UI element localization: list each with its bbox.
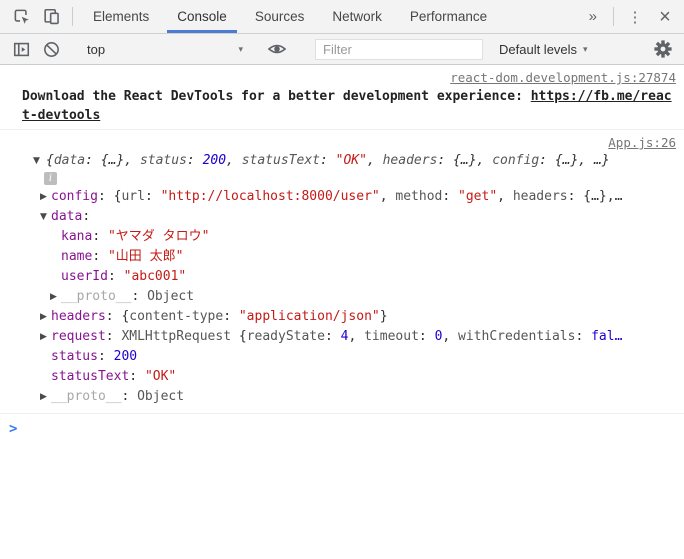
context-label: top — [87, 42, 105, 57]
tree-row-data[interactable]: ▼data: — [0, 207, 676, 227]
tree-row-status[interactable]: ▶status: 200 — [0, 347, 676, 367]
tree-row-statusText[interactable]: ▶statusText: "OK" — [0, 367, 676, 387]
tree-row-kana[interactable]: ▶kana: "ヤマダ タロウ" — [0, 227, 676, 247]
tree-row-request[interactable]: ▶request: XMLHttpRequest {readyState: 4,… — [0, 327, 676, 347]
tabbar-divider-right — [613, 7, 614, 26]
tree-row-name[interactable]: ▶name: "山田 太郎" — [0, 247, 676, 267]
javascript-context-selector[interactable]: top ▾ — [79, 38, 249, 60]
filter-field-wrap — [315, 39, 483, 60]
console-toolbar: top ▾ Default levels ▾ — [0, 34, 684, 65]
value-evaluated-info-icon[interactable]: i — [44, 172, 57, 185]
object-tree: ▶config: {url: "http://localhost:8000/us… — [0, 185, 676, 409]
tab-strip: ElementsConsoleSourcesNetworkPerformance — [79, 0, 579, 33]
tree-row-proto[interactable]: ▶__proto__: Object — [0, 387, 676, 407]
inspect-element-icon[interactable] — [6, 0, 36, 33]
expand-arrow-icon[interactable]: ▶ — [40, 187, 51, 207]
collapse-arrow-icon[interactable]: ▼ — [40, 207, 51, 227]
close-icon[interactable]: × — [650, 0, 680, 33]
log-levels-label: Default levels — [499, 42, 577, 57]
chevron-down-icon: ▾ — [238, 44, 243, 55]
tabbar-left-icons — [0, 0, 66, 33]
console-message-logged-object: App.js:26 ▼{data: {…}, status: 200, stat… — [0, 130, 684, 414]
console-message-react-devtools: react-dom.development.js:27874 Download … — [0, 65, 684, 130]
console-messages: react-dom.development.js:27874 Download … — [0, 65, 684, 443]
source-link[interactable]: App.js:26 — [608, 135, 676, 150]
tree-row-headers[interactable]: ▶headers: {content-type: "application/js… — [0, 307, 676, 327]
expand-arrow-icon[interactable]: ▶ — [40, 387, 51, 407]
tab-sources[interactable]: Sources — [241, 0, 319, 33]
console-prompt[interactable]: > — [0, 414, 684, 443]
tab-network[interactable]: Network — [318, 0, 396, 33]
expand-arrow-icon[interactable]: ▶ — [40, 327, 51, 347]
tabbar-divider — [72, 7, 73, 26]
object-preview-segments: {data: {…}, status: 200, statusText: "OK… — [46, 153, 610, 168]
devtools-tabbar: ElementsConsoleSourcesNetworkPerformance… — [0, 0, 684, 34]
console-sidebar-toggle-icon[interactable] — [6, 40, 36, 59]
kebab-menu-icon[interactable]: ⋮ — [620, 0, 650, 33]
source-link[interactable]: react-dom.development.js:27874 — [450, 70, 676, 85]
tree-row-data-proto[interactable]: ▶__proto__: Object — [0, 287, 676, 307]
message-text: Download the React DevTools for a better… — [22, 87, 676, 125]
filter-input[interactable] — [315, 39, 483, 60]
chevron-down-icon: ▾ — [583, 44, 588, 55]
more-tabs-button[interactable]: » — [579, 0, 607, 33]
log-levels-dropdown[interactable]: Default levels ▾ — [495, 42, 592, 57]
tree-row-config[interactable]: ▶config: {url: "http://localhost:8000/us… — [0, 187, 676, 207]
collapse-arrow-icon[interactable]: ▼ — [33, 152, 46, 170]
tab-console[interactable]: Console — [163, 0, 241, 33]
clear-console-icon[interactable] — [36, 40, 66, 59]
expand-arrow-icon[interactable]: ▶ — [40, 307, 51, 327]
object-preview-row[interactable]: ▼{data: {…}, status: 200, statusText: "O… — [0, 152, 676, 170]
tab-performance[interactable]: Performance — [396, 0, 501, 33]
live-expression-eye-icon[interactable] — [262, 39, 292, 59]
tabbar-right-icons: ⋮ × — [620, 0, 684, 33]
tab-elements[interactable]: Elements — [79, 0, 163, 33]
expand-arrow-icon[interactable]: ▶ — [50, 287, 61, 307]
console-settings-gear-icon[interactable] — [648, 39, 678, 59]
device-toolbar-icon[interactable] — [36, 0, 66, 33]
prompt-chevron-icon: > — [9, 421, 17, 437]
tree-row-userId[interactable]: ▶userId: "abc001" — [0, 267, 676, 287]
